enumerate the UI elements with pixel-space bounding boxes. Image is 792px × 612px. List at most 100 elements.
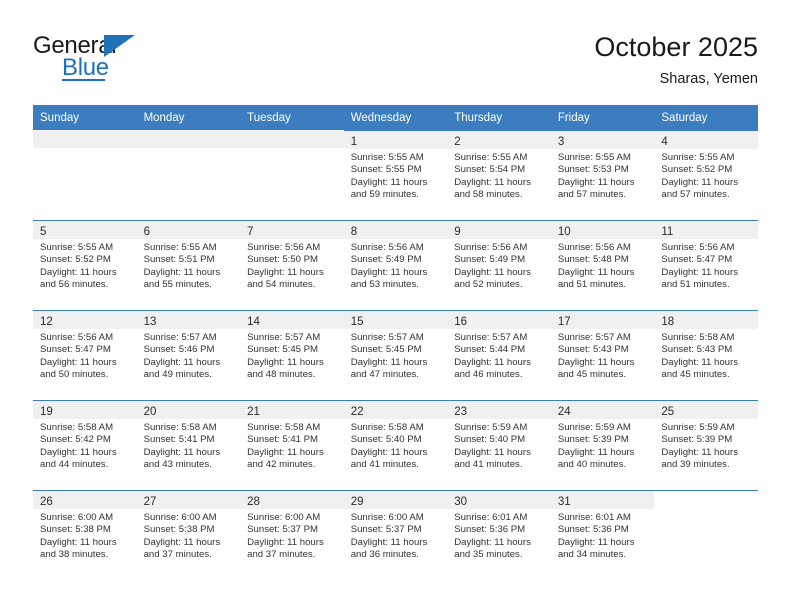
daylight-text: Daylight: 11 hours and 36 minutes. (350, 536, 428, 561)
sunset-text: Sunset: 5:51 PM (143, 254, 215, 266)
sunrise-text: Sunrise: 6:00 AM (40, 512, 114, 523)
location-subtitle: Sharas, Yemen (659, 71, 758, 87)
calendar-cell: 4 Sunrise: 5:55 AM Sunset: 5:52 PM Daylight… (654, 130, 758, 220)
daylight-text: Daylight: 11 hours and 59 minutes. (350, 176, 428, 201)
day-number-band: 8 (343, 221, 448, 239)
calendar-cell: 15 Sunrise: 5:57 AM Sunset: 5:45 PM Dayligh… (343, 310, 448, 400)
day-number: 10 (557, 226, 571, 238)
day-number: 30 (454, 496, 468, 508)
calendar-week-row: 26 Sunrise: 6:00 AM Sunset: 5:38 PM Dayligh… (33, 490, 758, 580)
sunrise-text: Sunrise: 5:59 AM (557, 422, 631, 433)
sunrise-text: Sunrise: 5:55 AM (350, 152, 424, 163)
calendar-day: 10 Sunrise: 5:56 AM Sunset: 5:48 PM Dayligh… (550, 220, 655, 310)
sunset-text: Sunset: 5:46 PM (143, 344, 215, 356)
day-number: 6 (143, 226, 150, 238)
logo-text-blue: Blue (62, 54, 109, 81)
calendar-cell: 13 Sunrise: 5:57 AM Sunset: 5:46 PM Dayligh… (136, 310, 241, 400)
calendar-week-row: 1 Sunrise: 5:55 AM Sunset: 5:55 PM Daylight… (33, 130, 758, 220)
day-sun-info: Sunrise: 5:55 AM Sunset: 5:52 PM Daylight:… (33, 239, 137, 292)
title-block: October 2025 Sharas, Yemen (594, 30, 758, 89)
daylight-text: Daylight: 11 hours and 58 minutes. (454, 176, 531, 201)
sunrise-text: Sunrise: 5:56 AM (454, 242, 528, 253)
day-sun-info: Sunrise: 6:01 AM Sunset: 5:36 PM Daylight:… (551, 509, 655, 562)
weekday-header-saturday: Saturday (654, 105, 758, 130)
daylight-text: Daylight: 11 hours and 41 minutes. (454, 446, 531, 471)
day-number-band: 15 (343, 311, 448, 329)
weekday-header-row: Sunday Monday Tuesday Wednesday Thursday… (33, 105, 758, 130)
day-number: 29 (350, 496, 364, 508)
weekday-header-friday: Friday (550, 105, 655, 130)
sunset-text: Sunset: 5:42 PM (40, 434, 111, 446)
day-number-band: 3 (550, 131, 655, 149)
sunrise-text: Sunrise: 5:57 AM (247, 332, 321, 343)
daylight-text: Daylight: 11 hours and 51 minutes. (557, 266, 635, 291)
calendar-day: 12 Sunrise: 5:56 AM Sunset: 5:47 PM Dayligh… (33, 310, 137, 400)
calendar-day: 5 Sunrise: 5:55 AM Sunset: 5:52 PM Daylight… (33, 220, 137, 310)
calendar-day: 22 Sunrise: 5:58 AM Sunset: 5:40 PM Dayligh… (343, 400, 448, 490)
sunset-text: Sunset: 5:47 PM (661, 254, 733, 266)
day-number: 15 (350, 316, 364, 328)
day-sun-info: Sunrise: 6:00 AM Sunset: 5:37 PM Daylight:… (240, 509, 344, 562)
day-sun-info: Sunrise: 5:56 AM Sunset: 5:47 PM Daylight:… (33, 329, 137, 382)
day-sun-info: Sunrise: 5:59 AM Sunset: 5:39 PM Daylight:… (654, 419, 758, 472)
daylight-text: Daylight: 11 hours and 51 minutes. (661, 266, 738, 291)
weekday-header-monday: Monday (136, 105, 241, 130)
day-number-band: 31 (550, 491, 655, 509)
weekday-header-wednesday: Wednesday (343, 105, 448, 130)
calendar-cell: 10 Sunrise: 5:56 AM Sunset: 5:48 PM Dayligh… (550, 220, 655, 310)
sunrise-text: Sunrise: 5:58 AM (661, 332, 735, 343)
day-number: 25 (661, 406, 675, 418)
sunrise-text: Sunrise: 5:57 AM (143, 332, 217, 343)
calendar-cell: 21 Sunrise: 5:58 AM Sunset: 5:41 PM Dayligh… (240, 400, 344, 490)
calendar-body: 1 Sunrise: 5:55 AM Sunset: 5:55 PM Daylight… (33, 130, 758, 580)
calendar-cell (240, 130, 344, 220)
sunrise-text: Sunrise: 5:56 AM (247, 242, 321, 253)
day-number: 22 (350, 406, 364, 418)
sunset-text: Sunset: 5:49 PM (350, 254, 422, 266)
day-number-band: 7 (240, 221, 344, 239)
calendar-cell: 28 Sunrise: 6:00 AM Sunset: 5:37 PM Dayligh… (240, 490, 344, 580)
day-sun-info: Sunrise: 5:57 AM Sunset: 5:44 PM Daylight:… (447, 329, 551, 382)
day-sun-info: Sunrise: 5:56 AM Sunset: 5:49 PM Daylight:… (447, 239, 551, 292)
sunrise-text: Sunrise: 5:55 AM (557, 152, 631, 163)
daylight-text: Daylight: 11 hours and 47 minutes. (350, 356, 428, 381)
calendar-cell: 27 Sunrise: 6:00 AM Sunset: 5:38 PM Dayligh… (136, 490, 241, 580)
sunrise-text: Sunrise: 5:55 AM (40, 242, 114, 253)
sunrise-text: Sunrise: 5:57 AM (350, 332, 424, 343)
sunset-text: Sunset: 5:43 PM (557, 344, 629, 356)
daylight-text: Daylight: 11 hours and 43 minutes. (143, 446, 221, 471)
day-number-band: 10 (550, 221, 655, 239)
calendar-day: 7 Sunrise: 5:56 AM Sunset: 5:50 PM Daylight… (240, 220, 344, 310)
calendar-day: 4 Sunrise: 5:55 AM Sunset: 5:52 PM Daylight… (654, 130, 758, 220)
calendar-day: 8 Sunrise: 5:56 AM Sunset: 5:49 PM Daylight… (343, 220, 448, 310)
sunrise-text: Sunrise: 6:01 AM (454, 512, 528, 523)
sunset-text: Sunset: 5:55 PM (350, 164, 422, 176)
sunrise-text: Sunrise: 6:00 AM (350, 512, 424, 523)
day-number: 7 (247, 226, 254, 238)
weekday-header-tuesday: Tuesday (240, 105, 344, 130)
day-sun-info: Sunrise: 5:58 AM Sunset: 5:43 PM Daylight:… (654, 329, 758, 382)
daylight-text: Daylight: 11 hours and 42 minutes. (247, 446, 324, 471)
day-number: 13 (143, 316, 157, 328)
day-number: 2 (454, 136, 461, 148)
day-sun-info: Sunrise: 5:59 AM Sunset: 5:40 PM Daylight:… (447, 419, 551, 472)
day-sun-info: Sunrise: 5:55 AM Sunset: 5:55 PM Daylight:… (344, 149, 448, 202)
sunset-text: Sunset: 5:36 PM (557, 524, 629, 536)
sunset-text: Sunset: 5:41 PM (143, 434, 215, 446)
day-sun-info: Sunrise: 5:56 AM Sunset: 5:47 PM Daylight:… (654, 239, 758, 292)
day-sun-info: Sunrise: 5:58 AM Sunset: 5:42 PM Daylight:… (33, 419, 137, 472)
sunset-text: Sunset: 5:40 PM (350, 434, 422, 446)
sunset-text: Sunset: 5:37 PM (350, 524, 422, 536)
month-calendar-table: Sunday Monday Tuesday Wednesday Thursday… (33, 105, 758, 580)
calendar-cell: 19 Sunrise: 5:58 AM Sunset: 5:42 PM Dayligh… (33, 400, 137, 490)
calendar-cell (136, 130, 241, 220)
daylight-text: Daylight: 11 hours and 35 minutes. (454, 536, 531, 561)
calendar-cell: 20 Sunrise: 5:58 AM Sunset: 5:41 PM Dayligh… (136, 400, 241, 490)
calendar-page: General Blue October 2025 Sharas, Yemen … (0, 0, 792, 612)
day-sun-info: Sunrise: 5:58 AM Sunset: 5:41 PM Daylight:… (240, 419, 344, 472)
sunset-text: Sunset: 5:48 PM (557, 254, 629, 266)
calendar-week-row: 12 Sunrise: 5:56 AM Sunset: 5:47 PM Dayligh… (33, 310, 758, 400)
sunset-text: Sunset: 5:49 PM (454, 254, 526, 266)
calendar-day: 1 Sunrise: 5:55 AM Sunset: 5:55 PM Daylight… (343, 130, 448, 220)
calendar-cell (654, 490, 758, 580)
